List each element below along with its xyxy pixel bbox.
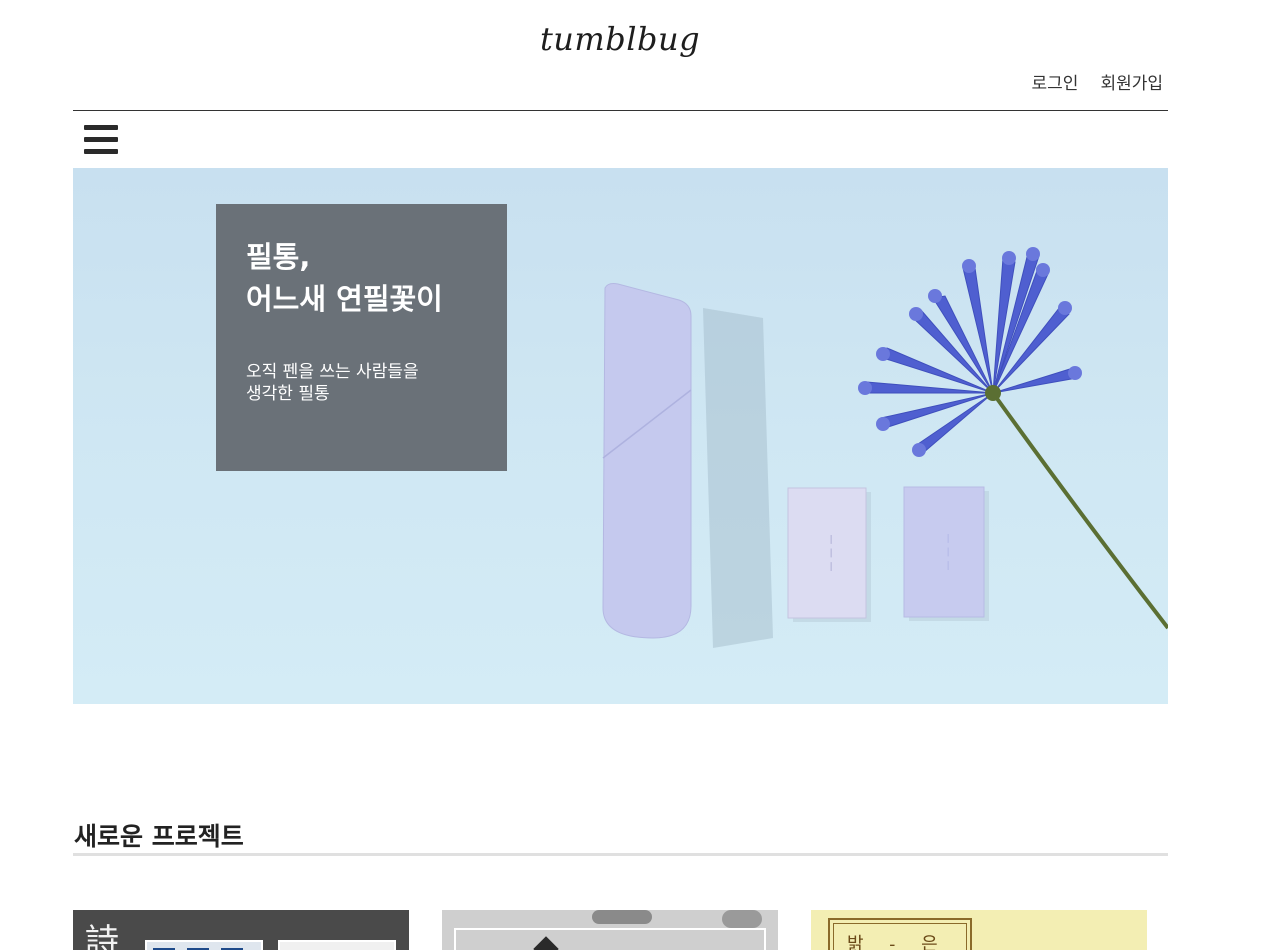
- hamburger-menu-icon[interactable]: [84, 125, 118, 157]
- hero-title-line-1: 필통,: [246, 240, 311, 274]
- hero-text-box: 필통, 어느새 연필꽃이 오직 펜을 쓰는 사람들을 생각한 필통: [216, 204, 507, 471]
- login-link[interactable]: 로그인: [1032, 69, 1079, 94]
- card-1-decor: [145, 940, 263, 950]
- header-divider: [73, 110, 1168, 111]
- hero-title-line-2: 어느새 연필꽃이: [246, 282, 443, 316]
- card-1-thumb-text: 詩: [85, 922, 119, 950]
- hero-desc-line-2: 생각한 필통: [246, 384, 330, 404]
- section-title: 새로운 프로젝트: [74, 822, 244, 851]
- logo[interactable]: tumblbug: [0, 20, 1240, 58]
- project-card-1[interactable]: 詩: [73, 910, 409, 950]
- svg-text:ㅡ ㅡ ㅡ: ㅡ ㅡ ㅡ: [941, 533, 954, 570]
- hero-description: 오직 펜을 쓰는 사람들을 생각한 필통: [246, 361, 419, 405]
- card-2-frame: [454, 928, 766, 950]
- hero-banner[interactable]: ㅡ ㅡ ㅡ ㅡ ㅡ ㅡ 필통, 어느새 연필꽃이 오직 펜을 쓰는 사람들을 생…: [73, 168, 1168, 704]
- hero-title: 필통, 어느새 연필꽃이: [246, 236, 443, 320]
- card-1-decor-2: [278, 940, 396, 950]
- hero-desc-line-1: 오직 펜을 쓰는 사람들을: [246, 362, 419, 382]
- svg-text:ㅡ ㅡ ㅡ: ㅡ ㅡ ㅡ: [824, 534, 837, 571]
- card-2-decor: [592, 910, 652, 924]
- account-links: 로그인 회원가입: [1032, 69, 1163, 94]
- project-card-3[interactable]: 밝 - 은: [811, 910, 1147, 950]
- card-3-thumb-text: 밝 - 은: [847, 934, 948, 950]
- card-2-decor-2: [722, 910, 762, 928]
- project-card-2[interactable]: [442, 910, 778, 950]
- signup-link[interactable]: 회원가입: [1100, 69, 1163, 94]
- section-divider: [73, 853, 1168, 856]
